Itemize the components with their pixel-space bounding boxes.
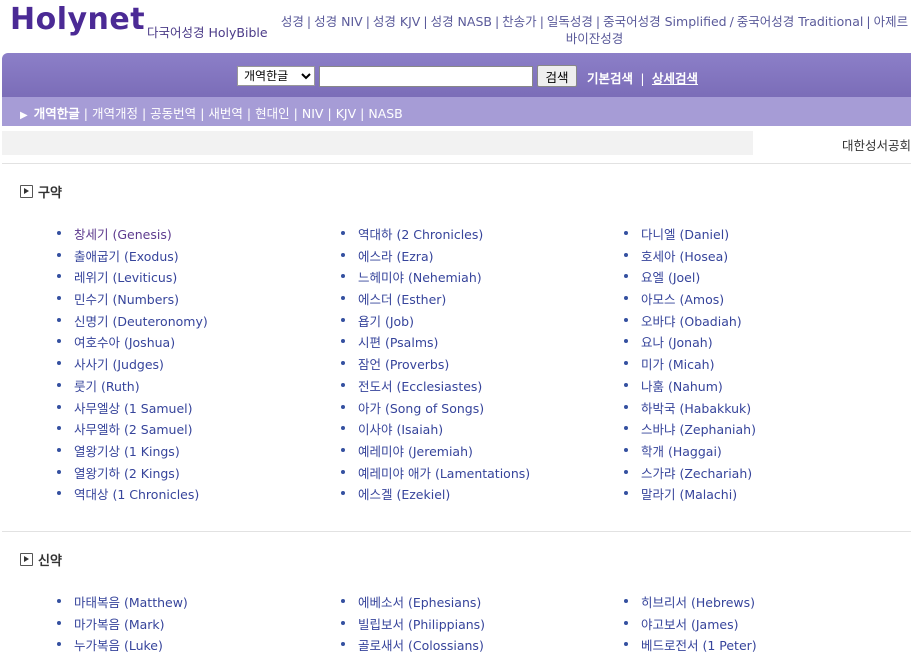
- book-link[interactable]: 여호수아 (Joshua): [57, 332, 208, 354]
- new-testament-column-2: 에베소서 (Ephesians) 빌립보서 (Philippians) 골로새서 (…: [341, 592, 485, 657]
- old-testament-column-2: 역대하 (2 Chronicles) 에스라 (Ezra) 느헤미야 (Nehemi…: [341, 224, 530, 506]
- book-link[interactable]: 미가 (Micah): [624, 354, 756, 376]
- tab-version[interactable]: NASB: [368, 106, 402, 121]
- top-nav: 성경 | 성경 NIV | 성경 KJV | 성경 NASB | 찬송가 | 일독성경 | 중국어성경 …: [280, 14, 909, 46]
- old-testament-title: 구약: [38, 186, 62, 201]
- old-testament-column-1: 창세기 (Genesis) 출애굽기 (Exodus) 레위기 (Leviticus…: [57, 224, 208, 506]
- book-link[interactable]: 마태복음 (Matthew): [57, 592, 188, 614]
- tab-active-version[interactable]: 개역한글: [34, 106, 80, 121]
- book-link[interactable]: 빌립보서 (Philippians): [341, 614, 485, 636]
- divider: [2, 531, 911, 532]
- book-link[interactable]: 역대상 (1 Chronicles): [57, 484, 208, 506]
- search-mode-separator: |: [640, 71, 645, 86]
- book-link[interactable]: 골로새서 (Colossians): [341, 635, 485, 657]
- top-nav-link-chinese-simplified[interactable]: 중국어성경 Simplified: [603, 14, 726, 29]
- top-nav-link-chinese-traditional[interactable]: 중국어성경 Traditional: [737, 14, 864, 29]
- play-triangle-icon: [20, 185, 33, 198]
- publisher-label: 대한성서공회: [841, 138, 911, 153]
- book-link[interactable]: 호세아 (Hosea): [624, 246, 756, 268]
- tab-version[interactable]: 현대인: [255, 106, 290, 121]
- book-link[interactable]: 사무엘하 (2 Samuel): [57, 419, 208, 441]
- new-testament-column-1: 마태복음 (Matthew) 마가복음 (Mark) 누가복음 (Luke): [57, 592, 188, 657]
- tab-version[interactable]: 공동번역: [150, 106, 196, 121]
- site-subtitle[interactable]: 다국어성경 HolyBible: [147, 22, 268, 41]
- book-link[interactable]: 열왕기하 (2 Kings): [57, 463, 208, 485]
- tab-version[interactable]: 개역개정: [92, 106, 138, 121]
- book-link[interactable]: 사무엘상 (1 Samuel): [57, 398, 208, 420]
- book-link[interactable]: 시편 (Psalms): [341, 332, 530, 354]
- book-link[interactable]: 예레미야 애가 (Lamentations): [341, 463, 530, 485]
- top-nav-link-nasb[interactable]: 성경 NASB: [431, 14, 492, 29]
- book-link[interactable]: 에베소서 (Ephesians): [341, 592, 485, 614]
- top-nav-link-yearly[interactable]: 일독성경: [547, 14, 593, 29]
- book-link[interactable]: 잠언 (Proverbs): [341, 354, 530, 376]
- book-link[interactable]: 요나 (Jonah): [624, 332, 756, 354]
- basic-search-link[interactable]: 기본검색: [587, 71, 633, 86]
- site-header: Holynet 다국어성경 HolyBible 성경 | 성경 NIV | 성경 KJV…: [0, 0, 911, 52]
- new-testament-title: 신약: [38, 554, 62, 569]
- book-link[interactable]: 욥기 (Job): [341, 311, 530, 333]
- book-link[interactable]: 신명기 (Deuteronomy): [57, 311, 208, 333]
- book-link[interactable]: 느헤미야 (Nehemiah): [341, 267, 530, 289]
- old-testament-heading[interactable]: 구약: [20, 182, 62, 201]
- search-mode-links: 기본검색 | 상세검색: [587, 68, 698, 87]
- search-bar: 개역한글 검색 기본검색 | 상세검색: [2, 53, 911, 97]
- old-testament-column-3: 다니엘 (Daniel) 호세아 (Hosea) 요엘 (Joel) 아모스 (Amo…: [624, 224, 756, 506]
- book-link[interactable]: 스가랴 (Zechariah): [624, 463, 756, 485]
- top-nav-link-niv[interactable]: 성경 NIV: [314, 14, 363, 29]
- book-link[interactable]: 창세기 (Genesis): [57, 224, 208, 246]
- book-link[interactable]: 스바냐 (Zephaniah): [624, 419, 756, 441]
- book-link[interactable]: 예레미야 (Jeremiah): [341, 441, 530, 463]
- book-link[interactable]: 야고보서 (James): [624, 614, 757, 636]
- book-link[interactable]: 아가 (Song of Songs): [341, 398, 530, 420]
- book-link[interactable]: 룻기 (Ruth): [57, 376, 208, 398]
- book-link[interactable]: 출애굽기 (Exodus): [57, 246, 208, 268]
- book-link[interactable]: 에스더 (Esther): [341, 289, 530, 311]
- book-link[interactable]: 에스겔 (Ezekiel): [341, 484, 530, 506]
- site-logo[interactable]: Holynet: [10, 2, 145, 37]
- book-link[interactable]: 하박국 (Habakkuk): [624, 398, 756, 420]
- caret-right-icon: ▶: [20, 110, 28, 121]
- divider: [2, 163, 911, 164]
- version-tabs: ▶ 개역한글 | 개역개정 | 공동번역 | 새번역 | 현대인 | NIV | KJV | NASB: [2, 97, 911, 126]
- play-triangle-icon: [20, 553, 33, 566]
- top-nav-link-bible[interactable]: 성경: [281, 14, 304, 29]
- new-testament-heading[interactable]: 신약: [20, 550, 62, 569]
- version-select[interactable]: 개역한글: [237, 66, 315, 86]
- top-nav-link-kjv[interactable]: 성경 KJV: [373, 14, 420, 29]
- book-link[interactable]: 다니엘 (Daniel): [624, 224, 756, 246]
- search-button[interactable]: 검색: [537, 65, 577, 87]
- top-nav-link-hymns[interactable]: 찬송가: [502, 14, 537, 29]
- book-link[interactable]: 마가복음 (Mark): [57, 614, 188, 636]
- tab-version[interactable]: 새번역: [208, 106, 243, 121]
- publisher-strip: [2, 131, 753, 155]
- new-testament-column-3: 히브리서 (Hebrews) 야고보서 (James) 베드로전서 (1 Peter…: [624, 592, 757, 657]
- book-link[interactable]: 레위기 (Leviticus): [57, 267, 208, 289]
- book-link[interactable]: 열왕기상 (1 Kings): [57, 441, 208, 463]
- book-link[interactable]: 베드로전서 (1 Peter): [624, 635, 757, 657]
- book-link[interactable]: 누가복음 (Luke): [57, 635, 188, 657]
- book-link[interactable]: 요엘 (Joel): [624, 267, 756, 289]
- book-link[interactable]: 오바댜 (Obadiah): [624, 311, 756, 333]
- book-link[interactable]: 학개 (Haggai): [624, 441, 756, 463]
- advanced-search-link[interactable]: 상세검색: [652, 71, 698, 86]
- book-link[interactable]: 히브리서 (Hebrews): [624, 592, 757, 614]
- tab-version[interactable]: KJV: [336, 106, 356, 121]
- book-link[interactable]: 말라기 (Malachi): [624, 484, 756, 506]
- book-link[interactable]: 민수기 (Numbers): [57, 289, 208, 311]
- book-link[interactable]: 나훔 (Nahum): [624, 376, 756, 398]
- book-link[interactable]: 이사야 (Isaiah): [341, 419, 530, 441]
- book-link[interactable]: 아모스 (Amos): [624, 289, 756, 311]
- tab-version[interactable]: NIV: [302, 106, 324, 121]
- search-input[interactable]: [319, 66, 533, 87]
- book-link[interactable]: 에스라 (Ezra): [341, 246, 530, 268]
- book-link[interactable]: 전도서 (Ecclesiastes): [341, 376, 530, 398]
- book-link[interactable]: 사사기 (Judges): [57, 354, 208, 376]
- book-link[interactable]: 역대하 (2 Chronicles): [341, 224, 530, 246]
